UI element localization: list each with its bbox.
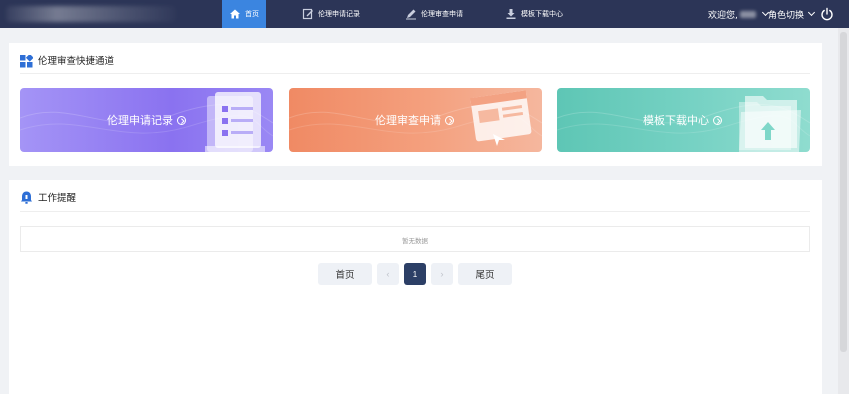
- arrow-right-circle-icon: [713, 115, 722, 125]
- divider: [20, 211, 810, 212]
- quick-card-record[interactable]: 伦理申请记录: [20, 88, 273, 152]
- arrow-right-circle-icon: [177, 115, 186, 125]
- pagination-prev-button[interactable]: ‹: [377, 263, 399, 285]
- user-name-blurred: [739, 10, 756, 18]
- quick-access-title: 伦理审查快捷通道: [38, 56, 115, 67]
- role-switch-button[interactable]: 角色切换: [768, 0, 816, 28]
- quick-card-apply[interactable]: 伦理审查申请: [289, 88, 542, 152]
- role-switch-label: 角色切换: [768, 10, 805, 21]
- pen-icon: [405, 8, 417, 20]
- nav-record-label: 伦理申请记录: [318, 10, 360, 18]
- pagination-last-button[interactable]: 尾页: [458, 263, 512, 285]
- empty-table: 暂无数据: [20, 226, 810, 252]
- pagination-next-button[interactable]: ›: [431, 263, 453, 285]
- pagination-page-1[interactable]: 1: [404, 263, 426, 285]
- card-record-label: 伦理申请记录: [107, 115, 173, 127]
- nav-download-label: 模板下载中心: [521, 10, 563, 18]
- grid-icon: [20, 53, 34, 68]
- home-icon: [229, 8, 241, 20]
- power-icon[interactable]: [820, 6, 834, 21]
- reminders-title: 工作提醒: [38, 193, 77, 204]
- download-icon: [505, 8, 517, 20]
- nav-item-download[interactable]: 模板下载中心: [505, 0, 563, 28]
- chevron-down-icon: [807, 8, 816, 17]
- reminders-panel: [9, 180, 822, 394]
- edit-document-icon: [302, 8, 314, 20]
- bell-icon: [20, 189, 33, 204]
- quick-card-download[interactable]: 模板下载中心: [557, 88, 810, 152]
- arrow-right-circle-icon: [445, 115, 454, 125]
- welcome-text: 欢迎您,: [708, 10, 738, 21]
- divider: [20, 73, 810, 74]
- nav-apply-label: 伦理审查申请: [421, 10, 463, 18]
- nav-item-home[interactable]: 首页: [222, 0, 266, 28]
- nav-item-record[interactable]: 伦理申请记录: [302, 0, 360, 28]
- logo: [6, 6, 176, 22]
- card-download-label: 模板下载中心: [643, 115, 709, 127]
- user-menu[interactable]: 欢迎您,: [708, 0, 769, 28]
- nav-item-apply[interactable]: 伦理审查申请: [405, 0, 463, 28]
- card-apply-label: 伦理审查申请: [375, 115, 441, 127]
- empty-text: 暂无数据: [402, 237, 428, 245]
- pagination-first-button[interactable]: 首页: [318, 263, 372, 285]
- scrollbar-thumb[interactable]: [840, 32, 847, 352]
- nav-home-label: 首页: [245, 10, 259, 18]
